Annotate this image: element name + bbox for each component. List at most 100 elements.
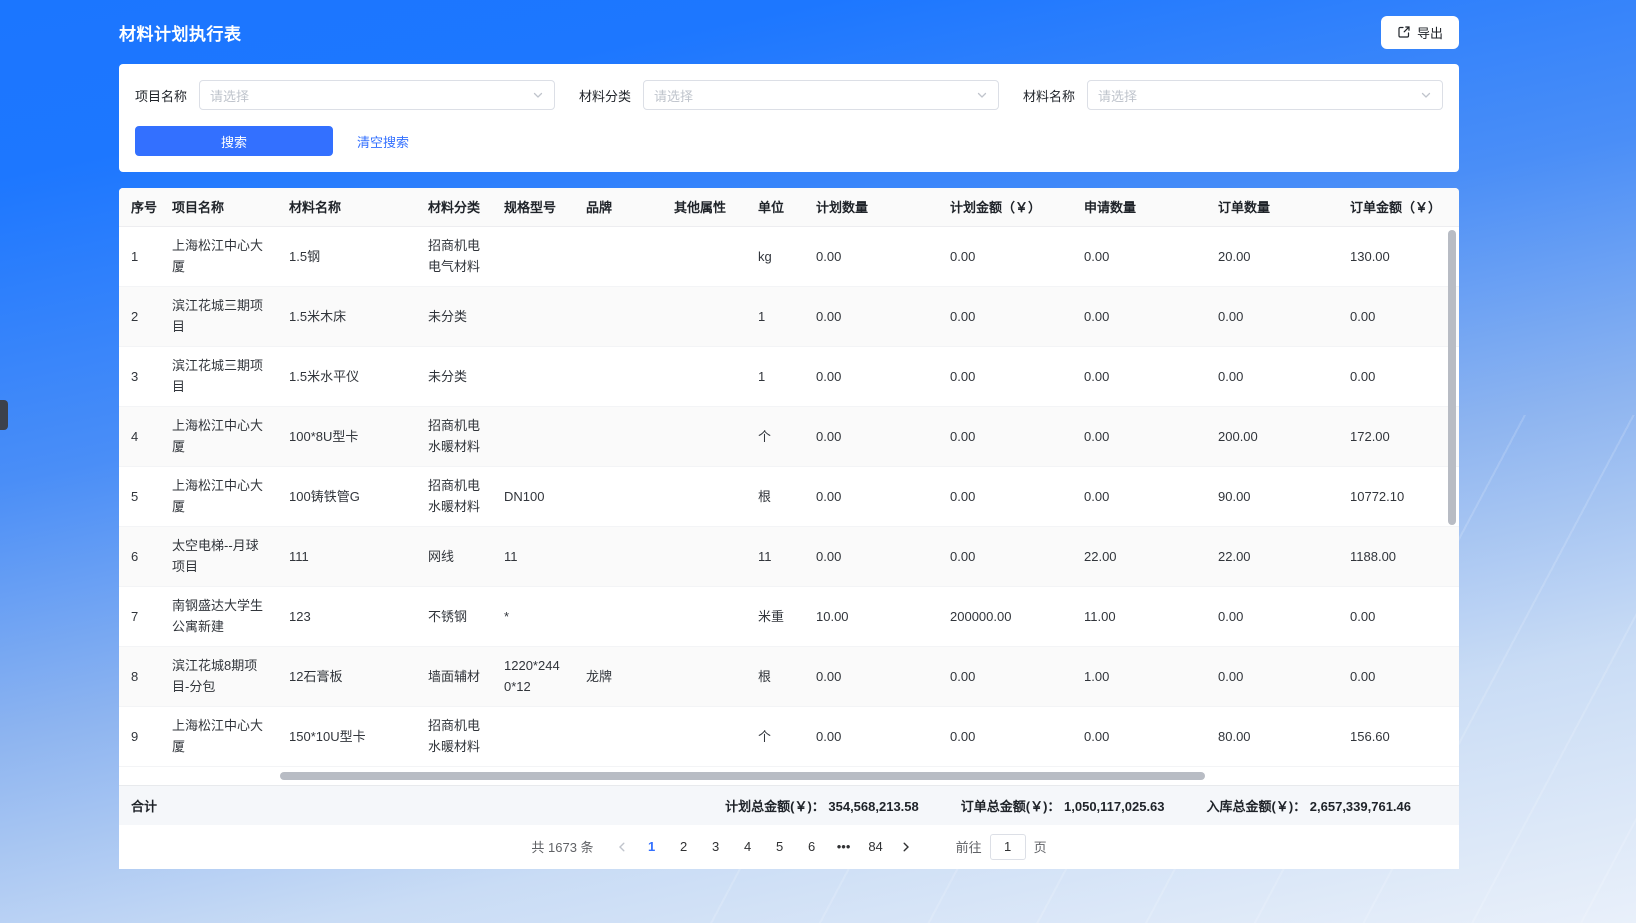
page-title: 材料计划执行表 <box>119 20 242 45</box>
column-header: 计划金额（￥） <box>938 188 1072 226</box>
content-area: 材料计划执行表 导出 项目名称 请选择 <box>119 0 1459 869</box>
summary-label: 合计 <box>119 796 157 815</box>
filter-select[interactable]: 请选择 <box>1087 80 1443 110</box>
table-cell: 0.00 <box>804 226 938 286</box>
filter-field: 材料分类 请选择 <box>579 80 999 110</box>
select-placeholder: 请选择 <box>210 86 249 105</box>
table-cell: 1.5米木床 <box>277 286 416 346</box>
goto-page-group: 前往 页 <box>956 834 1047 860</box>
table-cell: 8 <box>119 646 160 706</box>
table-cell: 1220*2440*12 <box>492 646 574 706</box>
table-row[interactable]: 9上海松江中心大厦150*10U型卡招商机电水暖材料个0.000.000.008… <box>119 706 1459 766</box>
table-row[interactable]: 4上海松江中心大厦100*8U型卡招商机电水暖材料个0.000.000.0020… <box>119 406 1459 466</box>
prev-page-icon[interactable] <box>608 833 636 861</box>
goto-page-input[interactable] <box>990 834 1026 860</box>
horizontal-scrollbar <box>119 767 1459 785</box>
table-cell: 1 <box>746 346 804 406</box>
table-cell: 不锈钢 <box>416 586 492 646</box>
table-cell: 0.00 <box>1338 286 1459 346</box>
summary-item: 订单总金额(￥)： 1,050,117,025.63 <box>961 796 1165 815</box>
table-cell: 0.00 <box>938 406 1072 466</box>
pagination-page[interactable]: 84 <box>860 833 892 861</box>
table-cell: 1.5米水平仪 <box>277 346 416 406</box>
table-row[interactable]: 3滨江花城三期项目1.5米水平仪未分类10.000.000.000.000.00 <box>119 346 1459 406</box>
vertical-scrollbar-thumb[interactable] <box>1448 230 1456 525</box>
table-cell: 0.00 <box>938 346 1072 406</box>
table-cell: 0.00 <box>804 466 938 526</box>
select-placeholder: 请选择 <box>1098 86 1137 105</box>
table-cell <box>574 226 662 286</box>
table-cell: 根 <box>746 466 804 526</box>
table-cell <box>492 406 574 466</box>
table-row[interactable]: 7南钢盛达大学生公寓新建123不锈钢*米重10.00200000.0011.00… <box>119 586 1459 646</box>
drawer-handle[interactable] <box>0 400 8 430</box>
table-cell <box>574 586 662 646</box>
table-row[interactable]: 2滨江花城三期项目1.5米木床未分类10.000.000.000.000.00 <box>119 286 1459 346</box>
column-header: 申请数量 <box>1072 188 1206 226</box>
table-cell: DN100 <box>492 466 574 526</box>
table-cell: 滨江花城三期项目 <box>160 286 277 346</box>
table-cell: 南钢盛达大学生公寓新建 <box>160 586 277 646</box>
table-cell: 7 <box>119 586 160 646</box>
table-cell: 0.00 <box>1072 346 1206 406</box>
pagination-page[interactable]: 3 <box>700 833 732 861</box>
table-cell: 0.00 <box>938 286 1072 346</box>
summary-items: 计划总金额(￥)： 354,568,213.58订单总金额(￥)： 1,050,… <box>725 796 1459 815</box>
pagination-ellipsis[interactable]: ••• <box>828 833 860 861</box>
pagination-page[interactable]: 2 <box>668 833 700 861</box>
table-cell: 上海松江中心大厦 <box>160 406 277 466</box>
pagination-page[interactable]: 1 <box>636 833 668 861</box>
table-cell: 130.00 <box>1338 226 1459 286</box>
search-button[interactable]: 搜索 <box>135 126 333 156</box>
table-row[interactable]: 5上海松江中心大厦100铸铁管G招商机电水暖材料DN100根0.000.000.… <box>119 466 1459 526</box>
table-cell <box>574 526 662 586</box>
table-row[interactable]: 8滨江花城8期项目-分包12石膏板墙面辅材1220*2440*12龙牌根0.00… <box>119 646 1459 706</box>
filter-label: 材料分类 <box>579 86 631 105</box>
table-cell: 0.00 <box>1072 286 1206 346</box>
table-cell <box>574 706 662 766</box>
table-cell: 0.00 <box>1072 226 1206 286</box>
table-row[interactable]: 6太空电梯--月球项目111网线11110.000.0022.0022.0011… <box>119 526 1459 586</box>
pagination-page[interactable]: 6 <box>796 833 828 861</box>
table-cell: 22.00 <box>1206 526 1338 586</box>
table-cell <box>662 346 746 406</box>
table-body: 1上海松江中心大厦1.5钢招商机电电气材料kg0.000.000.0020.00… <box>119 226 1459 766</box>
column-header: 单位 <box>746 188 804 226</box>
table-cell: 1.5钢 <box>277 226 416 286</box>
table-cell: 墙面辅材 <box>416 646 492 706</box>
table-cell: 网线 <box>416 526 492 586</box>
table-cell: 0.00 <box>804 406 938 466</box>
table-cell: 90.00 <box>1206 466 1338 526</box>
chevron-down-icon <box>976 89 988 101</box>
next-page-icon[interactable] <box>892 833 920 861</box>
table-cell: 0.00 <box>1338 346 1459 406</box>
table-cell: 6 <box>119 526 160 586</box>
filter-select[interactable]: 请选择 <box>199 80 555 110</box>
table-cell: 200.00 <box>1206 406 1338 466</box>
table-cell: 招商机电水暖材料 <box>416 466 492 526</box>
filter-select[interactable]: 请选择 <box>643 80 999 110</box>
table-cell: 100*8U型卡 <box>277 406 416 466</box>
export-button[interactable]: 导出 <box>1381 16 1459 49</box>
table-cell <box>662 586 746 646</box>
table-cell: 0.00 <box>938 526 1072 586</box>
horizontal-scrollbar-thumb[interactable] <box>280 772 1205 780</box>
column-header: 计划数量 <box>804 188 938 226</box>
table-cell: 0.00 <box>804 346 938 406</box>
table-cell: 10.00 <box>804 586 938 646</box>
table-cell: 4 <box>119 406 160 466</box>
table-cell: 0.00 <box>804 286 938 346</box>
pagination-page[interactable]: 5 <box>764 833 796 861</box>
column-header: 订单金额（￥） <box>1338 188 1459 226</box>
filter-card: 项目名称 请选择 材料分类 请选择 材料名称 请选择 搜索 清空搜索 <box>119 64 1459 172</box>
material-plan-table: 序号项目名称材料名称材料分类规格型号品牌其他属性单位计划数量计划金额（￥）申请数… <box>119 188 1459 767</box>
table-cell: 根 <box>746 646 804 706</box>
table-cell: 0.00 <box>938 706 1072 766</box>
table-row[interactable]: 1上海松江中心大厦1.5钢招商机电电气材料kg0.000.000.0020.00… <box>119 226 1459 286</box>
table-cell: 上海松江中心大厦 <box>160 466 277 526</box>
table-cell: 80.00 <box>1206 706 1338 766</box>
table-cell: 12石膏板 <box>277 646 416 706</box>
pagination-page[interactable]: 4 <box>732 833 764 861</box>
clear-search-link[interactable]: 清空搜索 <box>357 132 409 151</box>
table-cell: 0.00 <box>1338 646 1459 706</box>
